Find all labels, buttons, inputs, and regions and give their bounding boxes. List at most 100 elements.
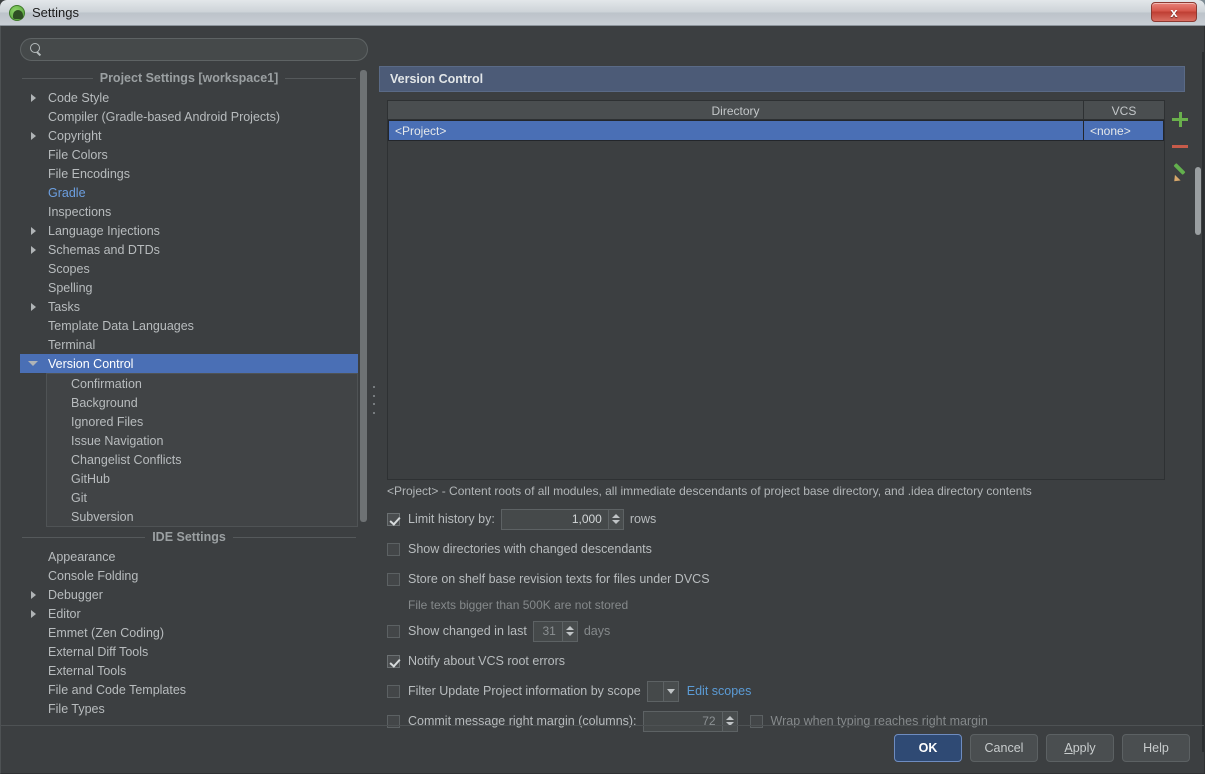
chevron-right-icon [20, 93, 46, 102]
sidebar-scrollbar-thumb[interactable] [360, 70, 367, 522]
sidebar-item-terminal[interactable]: Terminal [20, 335, 358, 354]
filter-update-label: Filter Update Project information by sco… [408, 684, 641, 698]
show-changed-in-last-checkbox[interactable] [387, 624, 400, 638]
column-header-vcs[interactable]: VCS [1084, 101, 1164, 120]
search-input[interactable] [43, 41, 367, 58]
limit-history-checkbox[interactable] [387, 512, 400, 526]
ok-button[interactable]: OK [894, 734, 962, 762]
show-changed-days-value[interactable]: 31 [534, 622, 562, 641]
search-box[interactable] [20, 38, 368, 61]
chevron-down-icon[interactable] [662, 681, 678, 701]
panel-splitter-handle[interactable] [371, 386, 376, 414]
chevron-right-icon [20, 131, 46, 140]
sidebar-item-background[interactable]: Background [47, 393, 357, 412]
window-body: Project Settings [workspace1] Code Style C… [0, 26, 1205, 774]
sidebar-item-git[interactable]: Git [47, 488, 357, 507]
sidebar-item-label: Gradle [48, 185, 86, 200]
limit-history-spinner[interactable]: 1,000 [500, 508, 624, 530]
sidebar-item-emmet-zen-coding[interactable]: Emmet (Zen Coding) [20, 623, 358, 642]
add-directory-button[interactable] [1171, 110, 1189, 128]
sidebar-item-label: Debugger [48, 587, 103, 602]
apply-button[interactable]: Apply [1046, 734, 1114, 762]
sidebar-item-appearance[interactable]: Appearance [20, 547, 358, 566]
sidebar-item-compiler-gradle-based-android-projects[interactable]: Compiler (Gradle-based Android Projects) [20, 107, 358, 126]
sidebar-item-label: Background [71, 395, 138, 410]
sidebar-item-spelling[interactable]: Spelling [20, 278, 358, 297]
tree-group-label: IDE Settings [152, 530, 226, 544]
sidebar-item-subversion[interactable]: Subversion [47, 507, 357, 526]
sidebar-item-external-tools[interactable]: External Tools [20, 661, 358, 680]
sidebar-item-scopes[interactable]: Scopes [20, 259, 358, 278]
sidebar-item-template-data-languages[interactable]: Template Data Languages [20, 316, 358, 335]
sidebar-item-confirmation[interactable]: Confirmation [47, 374, 357, 393]
sidebar-item-label: File and Code Templates [48, 682, 187, 697]
show-changed-days-stepper[interactable] [561, 621, 577, 641]
sidebar-item-tasks[interactable]: Tasks [20, 297, 358, 316]
show-changed-in-last-label: Show changed in last [408, 624, 527, 638]
edit-directory-button[interactable] [1171, 164, 1189, 182]
page-title: Version Control [390, 72, 484, 86]
settings-window: Settings x Project Settings [workspace1]… [0, 0, 1205, 774]
scope-combobox[interactable] [646, 680, 679, 702]
limit-history-suffix: rows [629, 512, 657, 526]
sidebar-item-inspections[interactable]: Inspections [20, 202, 358, 221]
chevron-right-icon [20, 245, 46, 254]
table-row[interactable]: <Project> <none> [388, 120, 1164, 141]
panel-scrollbar-thumb[interactable] [1195, 167, 1201, 235]
sidebar-item-file-types[interactable]: File Types [20, 699, 358, 718]
column-header-directory[interactable]: Directory [388, 101, 1084, 120]
remove-directory-button[interactable] [1171, 137, 1189, 155]
sidebar-item-gradle[interactable]: Gradle [20, 183, 358, 202]
edit-scopes-link[interactable]: Edit scopes [687, 684, 752, 698]
show-dirs-changed-checkbox[interactable] [387, 542, 400, 556]
option-store-shelf-note-row: File texts bigger than 500K are not stor… [387, 594, 1177, 616]
close-button[interactable]: x [1151, 2, 1197, 22]
sidebar-item-file-colors[interactable]: File Colors [20, 145, 358, 164]
sidebar-item-external-diff-tools[interactable]: External Diff Tools [20, 642, 358, 661]
sidebar-item-label: Tasks [48, 299, 80, 314]
sidebar-item-label: Issue Navigation [71, 433, 164, 448]
chevron-right-icon [20, 226, 46, 235]
sidebar-item-version-control[interactable]: Version Control [20, 354, 358, 373]
cancel-button[interactable]: Cancel [970, 734, 1038, 762]
sidebar-item-ignored-files[interactable]: Ignored Files [47, 412, 357, 431]
settings-tree: Project Settings [workspace1] Code Style C… [20, 68, 358, 718]
sidebar-item-file-encodings[interactable]: File Encodings [20, 164, 358, 183]
cell-directory[interactable]: <Project> [388, 120, 1084, 141]
notify-vcs-root-errors-label: Notify about VCS root errors [408, 654, 566, 668]
store-shelf-note: File texts bigger than 500K are not stor… [408, 598, 629, 612]
sidebar-item-file-and-code-templates[interactable]: File and Code Templates [20, 680, 358, 699]
stepper-up-icon[interactable] [611, 514, 620, 518]
stepper-down-icon[interactable] [611, 520, 620, 524]
close-icon: x [1170, 4, 1178, 20]
sidebar-item-editor[interactable]: Editor [20, 604, 358, 623]
show-changed-days-spinner[interactable]: 31 [532, 620, 578, 642]
sidebar-item-label: Inspections [48, 204, 112, 219]
filter-update-checkbox[interactable] [387, 684, 400, 698]
sidebar-item-console-folding[interactable]: Console Folding [20, 566, 358, 585]
stepper-up-icon[interactable] [565, 626, 574, 630]
sidebar-item-language-injections[interactable]: Language Injections [20, 221, 358, 240]
panel-scrollbar[interactable] [1195, 62, 1201, 736]
limit-history-stepper[interactable] [607, 509, 623, 529]
sidebar-item-github[interactable]: GitHub [47, 469, 357, 488]
sidebar-item-issue-navigation[interactable]: Issue Navigation [47, 431, 357, 450]
sidebar-scrollbar[interactable] [359, 68, 368, 726]
stepper-up-icon[interactable] [725, 716, 734, 720]
sidebar-item-label: Emmet (Zen Coding) [48, 625, 165, 640]
window-title: Settings [32, 5, 79, 20]
stepper-down-icon[interactable] [565, 632, 574, 636]
sidebar-item-label: External Tools [48, 663, 127, 678]
sidebar-item-code-style[interactable]: Code Style [20, 88, 358, 107]
store-shelf-checkbox[interactable] [387, 572, 400, 586]
help-button[interactable]: Help [1122, 734, 1190, 762]
limit-history-value[interactable]: 1,000 [502, 510, 608, 529]
sidebar-item-schemas-and-dtds[interactable]: Schemas and DTDs [20, 240, 358, 259]
sidebar-item-changelist-conflicts[interactable]: Changelist Conflicts [47, 450, 357, 469]
sidebar-item-copyright[interactable]: Copyright [20, 126, 358, 145]
notify-vcs-root-errors-checkbox[interactable] [387, 654, 400, 668]
scope-combobox-value[interactable] [648, 682, 663, 701]
sidebar-item-debugger[interactable]: Debugger [20, 585, 358, 604]
cell-vcs[interactable]: <none> [1084, 120, 1164, 141]
sidebar-item-label: Appearance [48, 549, 116, 564]
